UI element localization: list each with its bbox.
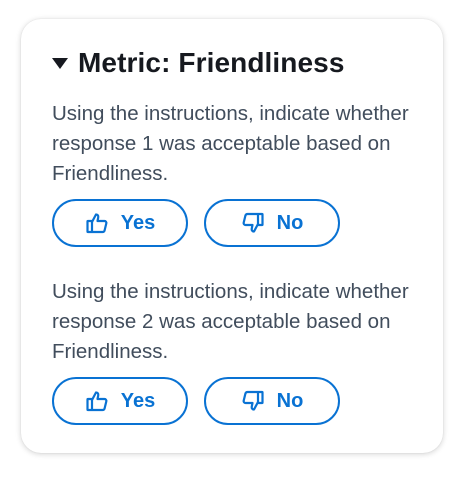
response-2-no-button[interactable]: No (204, 377, 340, 425)
question-1-buttons: Yes No (52, 199, 412, 247)
response-2-yes-button[interactable]: Yes (52, 377, 188, 425)
question-2-text: Using the instructions, indicate whether… (52, 280, 409, 363)
metric-title: Metric: Friendliness (78, 47, 345, 78)
thumbs-down-icon (241, 389, 265, 413)
thumbs-up-icon (85, 211, 109, 235)
thumbs-up-icon (85, 389, 109, 413)
response-1-yes-button[interactable]: Yes (52, 199, 188, 247)
yes-label: Yes (120, 211, 156, 234)
no-label: No (276, 389, 304, 412)
metric-header[interactable]: Metric: Friendliness (52, 45, 412, 81)
no-label: No (276, 211, 304, 234)
metric-card: Metric: Friendliness Using the instructi… (21, 19, 443, 453)
response-1-no-button[interactable]: No (204, 199, 340, 247)
thumbs-down-icon (241, 211, 265, 235)
question-1-text: Using the instructions, indicate whether… (52, 102, 409, 185)
question-2-buttons: Yes No (52, 377, 412, 425)
caret-down-icon[interactable] (52, 57, 68, 69)
yes-label: Yes (120, 389, 156, 412)
